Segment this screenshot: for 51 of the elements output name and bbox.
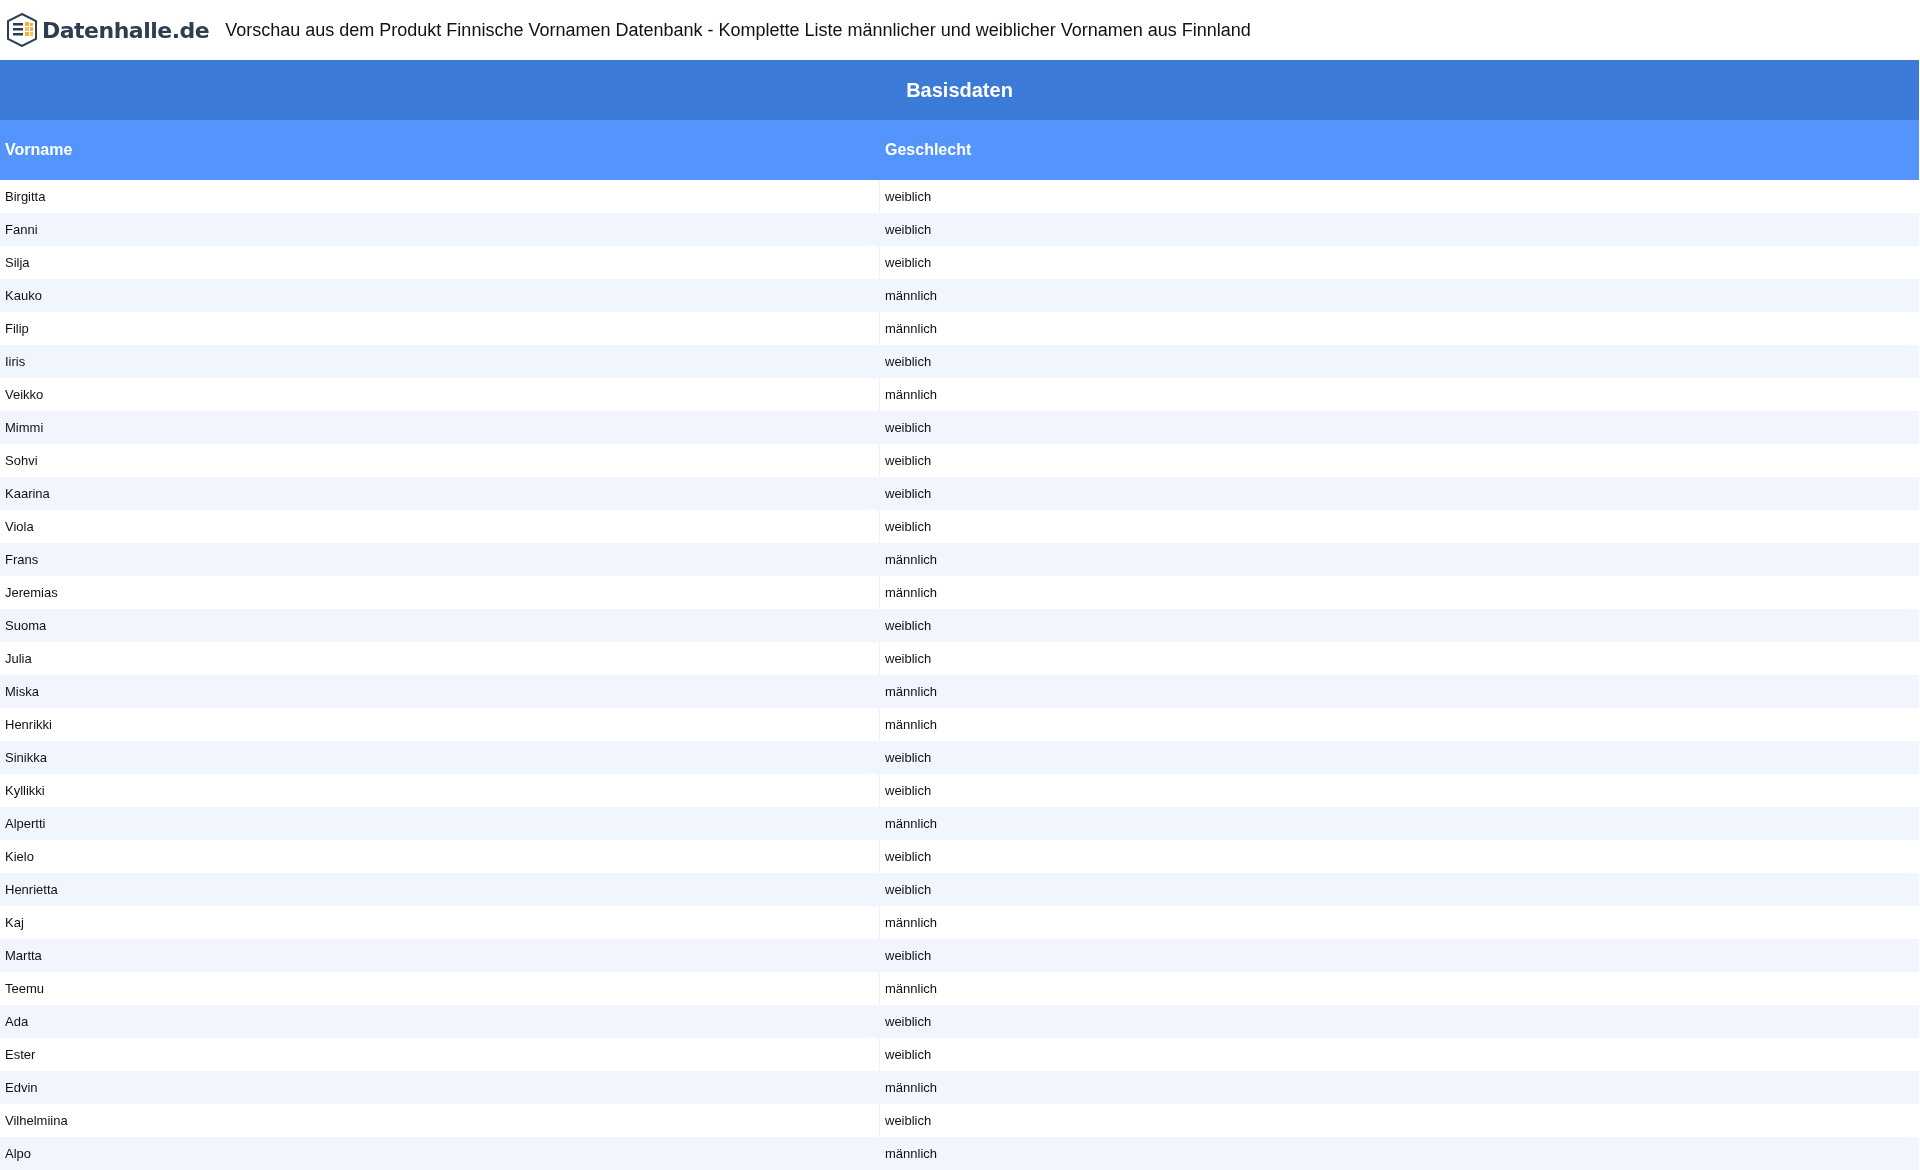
table-cell-text: weiblich xyxy=(884,354,933,369)
table-cell-text: männlich xyxy=(884,1146,939,1161)
table-cell-text: Frans xyxy=(4,552,40,567)
table-cell-text: weiblich xyxy=(884,519,933,534)
table-cell-text: weiblich xyxy=(884,651,933,666)
table-cell-text: männlich xyxy=(884,981,939,996)
table-cell-text: Miska xyxy=(4,684,40,699)
table-group-heading: Basisdaten xyxy=(0,60,1919,120)
table-cell-text: Kaarina xyxy=(4,486,51,501)
table-cell-text: Alpo xyxy=(4,1146,33,1161)
column-header: Geschlecht xyxy=(884,141,973,159)
table-cell-text: männlich xyxy=(884,552,939,567)
table-cell-text: weiblich xyxy=(884,1014,933,1029)
table-cell-text: weiblich xyxy=(884,618,933,633)
table-cell-text: männlich xyxy=(884,1080,939,1095)
table-cell-text: weiblich xyxy=(884,486,933,501)
table-cell-text: weiblich xyxy=(884,948,933,963)
table-cell-text: weiblich xyxy=(884,783,933,798)
table-cell-text: weiblich xyxy=(884,189,933,204)
table-cell-text: weiblich xyxy=(884,420,933,435)
table-cell-text: weiblich xyxy=(884,1113,933,1128)
table-cell-text: weiblich xyxy=(884,750,933,765)
table-cell-text: Edvin xyxy=(4,1080,39,1095)
column-header: Vorname xyxy=(4,141,74,159)
table-cell-text: Ada xyxy=(4,1014,30,1029)
table-cell-text: Alpertti xyxy=(4,816,47,831)
table-cell-text: weiblich xyxy=(884,222,933,237)
table-cell-text: männlich xyxy=(884,585,939,600)
table-cell-text: Kauko xyxy=(4,288,43,303)
server-logo-icon xyxy=(6,13,38,47)
table-cell-text: weiblich xyxy=(884,453,933,468)
site-logo-text[interactable]: Datenhalle.de xyxy=(42,17,210,43)
table-cell-text: männlich xyxy=(884,684,939,699)
table-cell-text: weiblich xyxy=(884,255,933,270)
table-cell-text: männlich xyxy=(884,321,939,336)
table-cell-text: männlich xyxy=(884,288,939,303)
table-cell-text: männlich xyxy=(884,387,939,402)
table-cell-text: männlich xyxy=(884,717,939,732)
table-cell-text: Martta xyxy=(4,948,43,963)
table-cell-text: männlich xyxy=(884,816,939,831)
page-title: Vorschau aus dem Produkt Finnische Vornamen Datenbank - Komplette Liste männlicher und weiblicher Vornamen aus Finnland xyxy=(225,19,1251,41)
table-cell-text: männlich xyxy=(884,915,939,930)
table-cell-text: Suoma xyxy=(4,618,48,633)
table-cell-text: Iiris xyxy=(4,354,27,369)
table-cell-text: Henrietta xyxy=(4,882,59,897)
table-cell-text: Fanni xyxy=(4,222,39,237)
table-cell-text: weiblich xyxy=(884,1047,933,1062)
table-cell-text: Mimmi xyxy=(4,420,45,435)
table-cell-text: weiblich xyxy=(884,882,933,897)
table-cell-text: weiblich xyxy=(884,849,933,864)
table-cell-text: Sinikka xyxy=(4,750,48,765)
